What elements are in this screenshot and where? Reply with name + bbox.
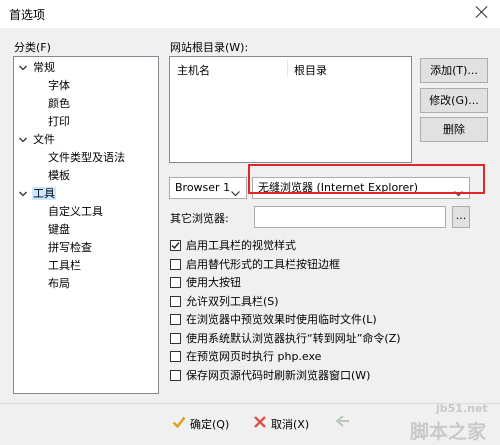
other-browser-input[interactable] xyxy=(254,206,446,228)
close-icon[interactable] xyxy=(474,4,490,20)
watermark-brand: 脚本之家 xyxy=(410,421,487,443)
tree-item-label: 拼写检查 xyxy=(48,241,92,254)
help-arrow-icon[interactable] xyxy=(335,415,350,430)
category-label: 分类(F) xyxy=(14,41,51,54)
tree-item[interactable]: 文件类型及语法 xyxy=(47,150,126,166)
red-highlight-box xyxy=(248,164,485,194)
watermark-site: jb51.net xyxy=(436,402,488,415)
tree-item[interactable]: 布局 xyxy=(47,276,71,292)
checkbox-checked[interactable] xyxy=(170,240,181,251)
tree-item[interactable]: 打印 xyxy=(47,114,71,130)
option-label: 启用替代形式的工具栏按钮边框 xyxy=(186,257,340,271)
chevron-down-icon xyxy=(231,184,240,198)
option-label: 在浏览器中预览效果时使用临时文件(L) xyxy=(186,313,377,326)
tree-item-label: 文件类型及语法 xyxy=(48,151,125,164)
tree-item-label: 颜色 xyxy=(48,97,70,110)
expand-chevron-icon[interactable] xyxy=(18,189,30,201)
tree-item[interactable]: 字体 xyxy=(47,78,71,94)
option-label: 保存网页源代码时刷新浏览器窗口(W) xyxy=(186,368,371,382)
checkbox-unchecked[interactable] xyxy=(170,295,181,307)
ok-label: 确定(Q) xyxy=(190,418,230,431)
delete-button[interactable]: 删除 xyxy=(420,117,488,142)
browse-button[interactable]: ... xyxy=(452,206,470,228)
tree-item[interactable]: 工具 xyxy=(19,186,56,202)
checkbox-unchecked[interactable] xyxy=(170,332,181,344)
tree-item-label: 键盘 xyxy=(48,223,70,236)
option-label: 使用大按钮 xyxy=(186,276,241,289)
column-divider xyxy=(287,60,288,76)
tree-item[interactable]: 常规 xyxy=(19,60,56,76)
title-bar: 首选项 xyxy=(0,0,500,28)
tree-item[interactable]: 颜色 xyxy=(47,96,71,112)
option-label: 使用系统默认浏览器执行“转到网址”命令(Z) xyxy=(186,331,401,345)
option-label: 启用工具栏的视觉样式 xyxy=(186,239,296,252)
option-label: 允许双列工具栏(S) xyxy=(186,294,279,308)
tree-item[interactable]: 模板 xyxy=(47,168,71,184)
webroot-list[interactable]: 主机名 根目录 xyxy=(169,56,412,163)
tree-item[interactable]: 键盘 xyxy=(47,222,71,238)
ok-button[interactable]: 确定(Q) xyxy=(172,414,242,432)
expand-chevron-icon[interactable] xyxy=(18,135,30,147)
check-icon xyxy=(172,415,186,432)
checkbox-unchecked[interactable] xyxy=(170,258,181,270)
window-title: 首选项 xyxy=(9,8,46,22)
footer-divider xyxy=(0,403,500,404)
tree-item[interactable]: 文件 xyxy=(19,132,56,148)
checkbox-unchecked[interactable] xyxy=(170,314,181,325)
tree-item[interactable]: 自定义工具 xyxy=(47,204,104,220)
column-header-root[interactable]: 根目录 xyxy=(294,62,327,78)
tree-item-label: 布局 xyxy=(48,277,70,290)
tree-item-label: 自定义工具 xyxy=(48,205,103,218)
checkbox-unchecked[interactable] xyxy=(170,369,181,381)
x-icon xyxy=(253,415,267,432)
tree-item[interactable]: 工具栏 xyxy=(47,258,82,274)
browser-slot-select[interactable]: Browser 1 xyxy=(169,177,247,199)
category-tree[interactable]: 常规字体颜色打印文件文件类型及语法 模板工具自定义工具键盘拼写检查工具栏布局 xyxy=(13,56,159,394)
option-label: 在预览网页时执行 php.exe xyxy=(186,350,322,363)
cancel-button[interactable]: 取消(X) xyxy=(253,414,323,432)
checkbox-unchecked[interactable] xyxy=(170,351,181,362)
tree-item-label: 打印 xyxy=(48,115,70,128)
other-browser-label: 其它浏览器: xyxy=(170,212,229,225)
checkmark-icon xyxy=(171,242,180,250)
tree-item-label: 模板 xyxy=(48,169,70,182)
cancel-label: 取消(X) xyxy=(271,418,310,431)
expand-chevron-icon[interactable] xyxy=(18,63,30,75)
column-header-host[interactable]: 主机名 xyxy=(177,62,210,78)
edit-button[interactable]: 修改(G)... xyxy=(420,88,488,113)
tree-item-label: 常规 xyxy=(33,61,55,74)
tree-item-label: 文件 xyxy=(33,133,55,146)
browser-slot-value: Browser 1 xyxy=(175,181,231,194)
tree-item-label: 工具 xyxy=(32,187,56,200)
tree-item-label: 工具栏 xyxy=(48,259,81,272)
tree-item[interactable]: 拼写检查 xyxy=(47,240,93,256)
webroot-label: 网站根目录(W): xyxy=(170,41,249,54)
checkbox-unchecked[interactable] xyxy=(170,277,181,288)
tree-item-label: 字体 xyxy=(48,79,70,92)
add-button[interactable]: 添加(T)... xyxy=(420,58,488,83)
